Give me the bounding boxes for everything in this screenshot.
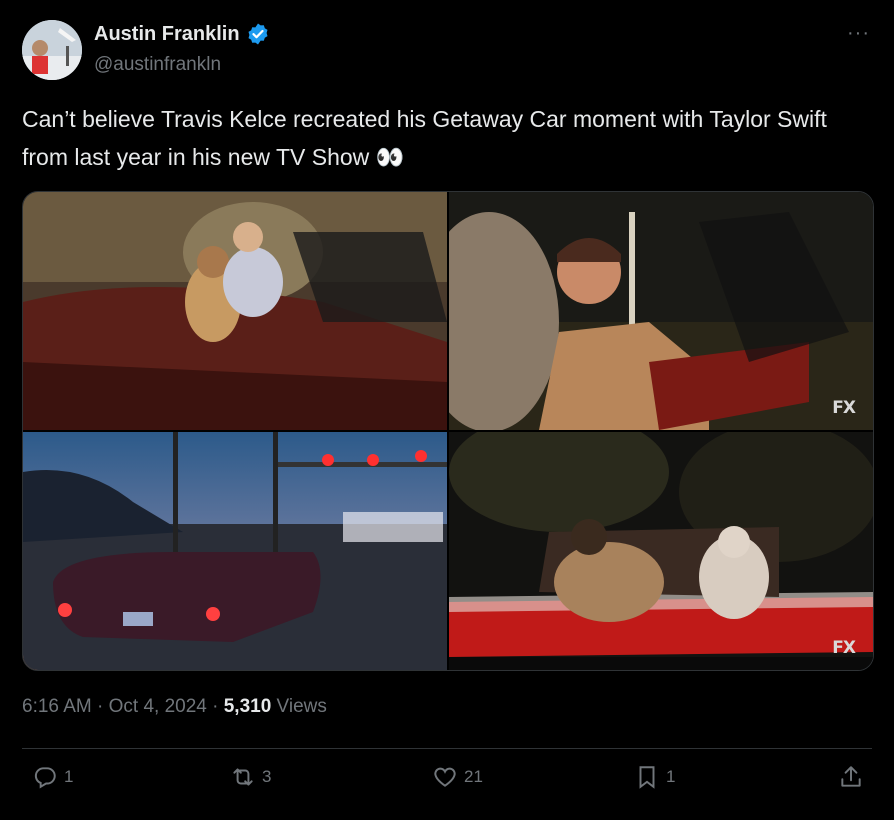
tweet-text: Can’t believe Travis Kelce recreated his… <box>22 106 827 170</box>
tweet-meta: 6:16 AM · Oct 4, 2024 · 5,310 Views <box>22 696 327 718</box>
more-options-icon[interactable]: ··· <box>847 22 870 45</box>
avatar[interactable] <box>22 20 82 80</box>
display-name[interactable]: Austin Franklin <box>94 23 240 46</box>
heart-icon <box>434 767 456 787</box>
bookmark-icon <box>639 766 655 789</box>
media-image-2[interactable]: FX <box>449 192 873 430</box>
bookmark-button[interactable]: 1 <box>634 764 675 790</box>
reply-count: 1 <box>64 767 74 786</box>
meta-separator: · <box>206 696 224 717</box>
repost-button[interactable]: 3 <box>230 764 271 790</box>
bookmark-count: 1 <box>666 767 676 786</box>
reply-icon <box>34 767 56 789</box>
tweet-date[interactable]: Oct 4, 2024 <box>109 696 207 717</box>
repost-icon <box>233 768 253 786</box>
media-image-4[interactable]: FX <box>449 432 873 670</box>
share-icon <box>841 766 861 787</box>
like-count: 21 <box>464 767 483 786</box>
like-button[interactable]: 21 <box>432 764 483 790</box>
share-button[interactable] <box>838 764 864 790</box>
view-count: 5,310 <box>223 696 272 717</box>
action-bar: 1 3 21 1 <box>22 764 872 804</box>
verified-badge-icon <box>246 22 270 46</box>
views-label: Views <box>271 696 327 717</box>
divider <box>22 748 872 749</box>
fx-watermark: FX <box>832 638 856 658</box>
repost-count: 3 <box>262 767 272 786</box>
meta-separator: · <box>91 696 109 717</box>
reply-button[interactable]: 1 <box>32 764 73 790</box>
tweet-time[interactable]: 6:16 AM <box>22 696 92 717</box>
media-image-3[interactable] <box>23 432 447 670</box>
user-handle[interactable]: @austinfrankln <box>94 54 221 76</box>
fx-watermark: FX <box>832 398 856 418</box>
media-image-1[interactable] <box>23 192 447 430</box>
avatar-image <box>22 20 82 80</box>
media-grid: FX FX <box>22 191 874 671</box>
